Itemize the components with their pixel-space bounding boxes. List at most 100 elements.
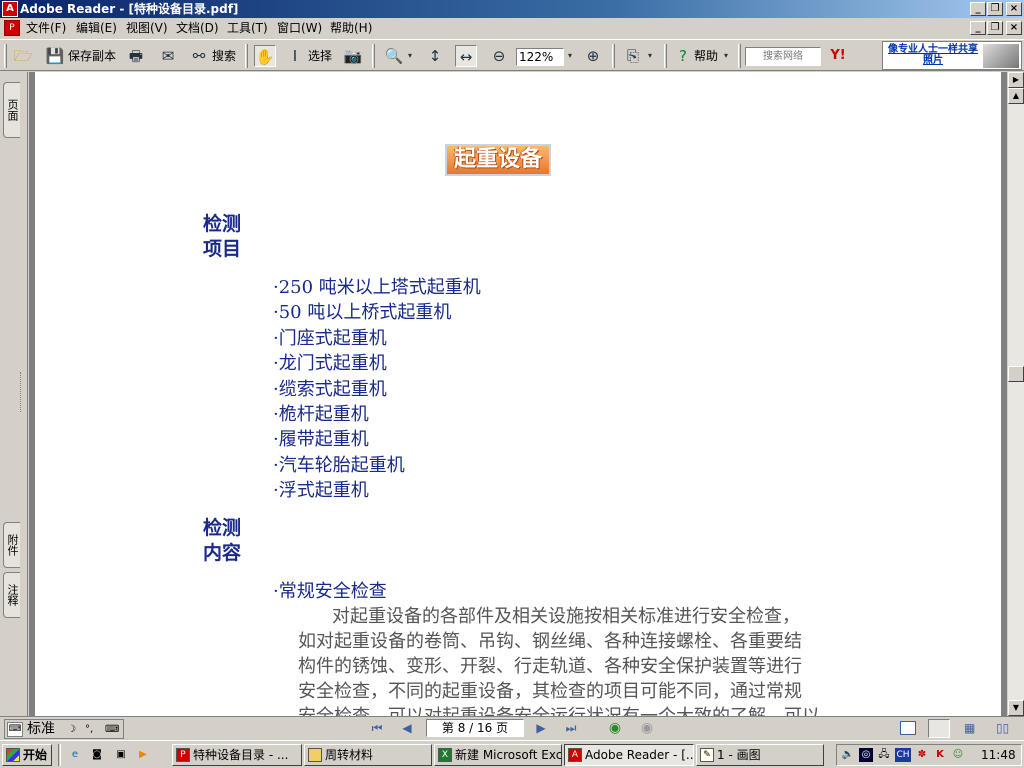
ime-mode[interactable]: 标准	[27, 721, 55, 738]
close-button[interactable]: ×	[1006, 2, 1022, 16]
moon-icon[interactable]: ☽	[67, 722, 81, 737]
fit-width-icon[interactable]: ↔	[455, 45, 477, 67]
menu-tools[interactable]: 工具(T)	[227, 20, 268, 36]
list-item: ·汽车轮胎起重机	[273, 454, 405, 476]
select-tool-button[interactable]: 选择	[308, 48, 332, 64]
show-desktop-icon[interactable]: ▣	[114, 748, 128, 762]
doc-minimize-button[interactable]: _	[970, 21, 986, 35]
menu-help[interactable]: 帮助(H)	[330, 20, 372, 36]
restore-button[interactable]: ❐	[987, 2, 1003, 16]
snapshot-camera-icon[interactable]: 📷	[342, 45, 364, 67]
taskbar-grip[interactable]	[58, 744, 61, 766]
ime-status-bar[interactable]: ⌨ 标准 ☽ °, ⌨	[4, 719, 124, 739]
continuous-facing-icon[interactable]: ▦	[964, 720, 980, 736]
excel-icon: X	[438, 748, 452, 762]
print-icon[interactable]: 🖶	[125, 45, 147, 67]
task-excel[interactable]: X 新建 Microsoft Exc...	[434, 744, 562, 766]
pane-splitter[interactable]	[20, 372, 24, 412]
zoom-in-icon[interactable]: ⊕	[582, 45, 604, 67]
toolbar-grip[interactable]	[738, 44, 741, 68]
doc-close-button[interactable]: ×	[1006, 21, 1022, 35]
help-icon[interactable]: ?	[672, 45, 694, 67]
go-forward-icon[interactable]: ◉	[638, 720, 656, 736]
document-view[interactable]: 起重设备 检测 项目 ·250 吨米以上塔式起重机 ·50 吨以上桥式起重机 ·…	[29, 72, 1007, 716]
tray-app-icon[interactable]: ◎	[859, 748, 873, 762]
previous-page-icon[interactable]: ◀	[398, 720, 416, 736]
menu-file[interactable]: 文件(F)	[26, 20, 66, 36]
task-pdf-document[interactable]: P 特种设备目录 - ...	[172, 744, 302, 766]
web-search-input[interactable]	[745, 47, 821, 66]
task-folder[interactable]: 周转材料	[304, 744, 432, 766]
toolbar-grip[interactable]	[612, 44, 615, 68]
ie-icon[interactable]: e	[68, 748, 82, 762]
task-paint[interactable]: ✎ 1 - 画图	[696, 744, 824, 766]
list-item: ·50 吨以上桥式起重机	[273, 302, 452, 324]
first-page-icon[interactable]: ⏮	[368, 720, 386, 736]
single-page-icon[interactable]	[900, 721, 916, 735]
zoom-level-field[interactable]: 122%	[516, 48, 564, 66]
next-page-icon[interactable]: ▶	[532, 720, 550, 736]
document-icon[interactable]: P	[4, 20, 20, 36]
language-indicator[interactable]: CH	[895, 748, 911, 762]
zoom-out-icon[interactable]: ⊖	[488, 45, 510, 67]
clock[interactable]: 11:48	[981, 747, 1016, 763]
punctuation-icon[interactable]: °,	[85, 722, 101, 737]
chevron-down-icon[interactable]: ▾	[404, 45, 416, 67]
go-back-icon[interactable]: ◉	[606, 720, 624, 736]
tab-pages[interactable]: 页面	[3, 82, 20, 138]
text-select-cursor-icon[interactable]: Ⅰ	[284, 45, 306, 67]
menu-view[interactable]: 视图(V)	[126, 20, 168, 36]
media-player-icon[interactable]: ▶	[136, 748, 150, 762]
minimize-button[interactable]: _	[970, 2, 986, 16]
doc-restore-button[interactable]: ❐	[987, 21, 1003, 35]
menu-window[interactable]: 窗口(W)	[277, 20, 322, 36]
yahoo-search-button[interactable]: Y!	[826, 45, 850, 67]
list-item: ·缆索式起重机	[273, 378, 387, 400]
menu-document[interactable]: 文档(D)	[176, 20, 219, 36]
menu-edit[interactable]: 编辑(E)	[76, 20, 117, 36]
vertical-scrollbar[interactable]: ▶ ▲ ▼	[1008, 72, 1024, 716]
rotate-view-icon[interactable]: ⎘	[622, 45, 644, 67]
collapse-arrow-icon[interactable]: ▶	[1008, 72, 1024, 88]
tab-comments[interactable]: 注释	[3, 572, 20, 618]
soft-keyboard-icon[interactable]: ⌨	[105, 722, 121, 737]
hand-tool-icon[interactable]: ✋	[254, 45, 276, 67]
open-folder-icon[interactable]: 🗁	[12, 45, 34, 67]
scroll-thumb[interactable]	[1008, 366, 1024, 382]
antivirus-icon[interactable]: K	[933, 748, 947, 762]
scroll-down-button[interactable]: ▼	[1008, 700, 1024, 716]
task-adobe-reader[interactable]: A Adobe Reader - [...	[564, 744, 694, 766]
chevron-down-icon[interactable]: ▾	[720, 45, 732, 67]
email-icon[interactable]: ✉	[157, 45, 179, 67]
taskbar: 开始 e ◙ ▣ ▶ P 特种设备目录 - ... 周转材料 X 新建 Micr…	[0, 740, 1024, 768]
fit-page-icon[interactable]: ↕	[424, 45, 446, 67]
chevron-down-icon[interactable]: ▾	[644, 45, 656, 67]
start-button[interactable]: 开始	[2, 744, 52, 766]
pdf-icon: P	[176, 748, 190, 762]
tab-attachments[interactable]: 附件	[3, 522, 20, 568]
continuous-icon[interactable]	[928, 719, 950, 738]
promo-text[interactable]: 像专业人士一样共享照片	[885, 44, 981, 66]
toolbar-grip[interactable]	[4, 44, 7, 68]
toolbar-grip[interactable]	[372, 44, 375, 68]
binoculars-icon[interactable]: ⚯	[188, 45, 210, 67]
page-number-field[interactable]: 第 8 / 16 页	[426, 719, 524, 737]
save-copy-button[interactable]: 保存副本	[68, 48, 116, 64]
quicklaunch-icon[interactable]: ◙	[90, 748, 104, 762]
input-method-icon[interactable]: ✽	[915, 748, 929, 762]
toolbar-grip[interactable]	[245, 44, 248, 68]
help-button[interactable]: 帮助	[694, 48, 718, 64]
facing-icon[interactable]: ▯▯	[996, 720, 1014, 736]
last-page-icon[interactable]: ⏭	[562, 720, 580, 736]
network-icon[interactable]: 🖧	[877, 748, 891, 762]
promo-banner[interactable]: 像专业人士一样共享照片	[882, 41, 1022, 70]
save-disk-icon[interactable]: 💾	[44, 45, 66, 67]
volume-icon[interactable]: 🔈	[841, 748, 855, 762]
toolbar-grip[interactable]	[664, 44, 667, 68]
ime-icon[interactable]: ⌨	[7, 722, 23, 737]
search-button[interactable]: 搜索	[212, 48, 236, 64]
scroll-up-button[interactable]: ▲	[1008, 88, 1024, 104]
chevron-down-icon[interactable]: ▾	[564, 45, 576, 67]
zoom-in-tool-icon[interactable]: 🔍	[383, 45, 405, 67]
messenger-icon[interactable]: ☺	[951, 748, 965, 762]
